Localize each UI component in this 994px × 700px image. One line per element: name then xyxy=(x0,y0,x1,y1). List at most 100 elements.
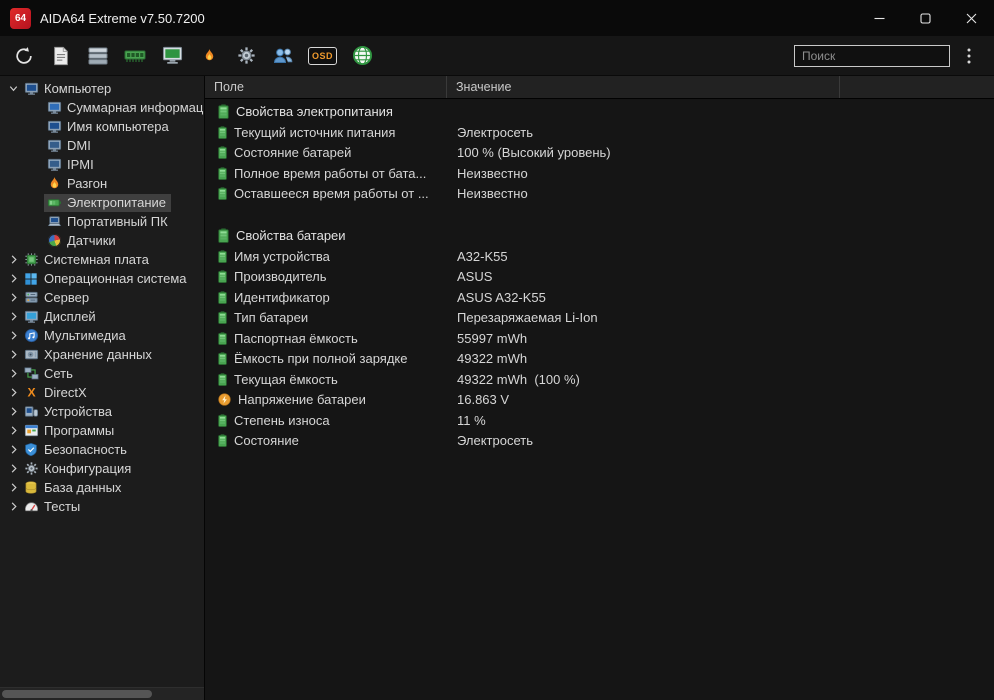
sidebar: Компьютер Суммарная информация Имя компьют… xyxy=(0,76,205,700)
table-row[interactable]: Текущая ёмкость 49322 mWh (100 %) xyxy=(205,369,994,390)
field-value: 11 % xyxy=(457,412,486,428)
overclock-button[interactable] xyxy=(197,44,221,68)
close-button[interactable] xyxy=(948,0,994,36)
sidebar-item-label: Хранение данных xyxy=(44,346,152,362)
battery-icon xyxy=(218,332,227,345)
settings-button[interactable] xyxy=(234,44,258,68)
sidebar-item-os[interactable]: Операционная система xyxy=(0,269,204,288)
sidebar-item-programs[interactable]: Программы xyxy=(0,421,204,440)
chevron-right-icon[interactable] xyxy=(5,442,21,458)
table-row[interactable]: Производитель ASUS xyxy=(205,267,994,288)
field-value: Электросеть xyxy=(457,124,534,140)
field-value: 49322 mWh (100 %) xyxy=(457,371,580,387)
sidebar-item-storage[interactable]: Хранение данных xyxy=(0,345,204,364)
sidebar-item-config[interactable]: Конфигурация xyxy=(0,459,204,478)
chevron-down-icon[interactable] xyxy=(5,81,21,97)
chevron-right-icon[interactable] xyxy=(5,271,21,287)
security-icon xyxy=(23,442,39,458)
database-icon xyxy=(23,480,39,496)
table-row[interactable]: Степень износа 11 % xyxy=(205,410,994,431)
sidebar-item-ipmi[interactable]: IPMI xyxy=(0,155,204,174)
chevron-right-icon[interactable] xyxy=(5,499,21,515)
section-header-row[interactable]: Свойства батареи xyxy=(205,225,994,246)
refresh-button[interactable] xyxy=(12,44,36,68)
window-title: AIDA64 Extreme v7.50.7200 xyxy=(40,10,205,26)
table-row[interactable]: Полное время работы от бата... Неизвестно xyxy=(205,163,994,184)
chevron-right-icon[interactable] xyxy=(5,328,21,344)
table-row[interactable]: Паспортная ёмкость 55997 mWh xyxy=(205,328,994,349)
chevron-right-icon[interactable] xyxy=(5,347,21,363)
sidebar-horizontal-scrollbar[interactable] xyxy=(0,687,204,700)
table-row[interactable]: Состояние батарей 100 % (Высокий уровень) xyxy=(205,143,994,164)
table-row[interactable]: Ёмкость при полной зарядке 49322 mWh xyxy=(205,349,994,370)
sidebar-item-label: Суммарная информация xyxy=(67,99,205,115)
video-button[interactable] xyxy=(160,44,184,68)
chevron-right-icon[interactable] xyxy=(5,404,21,420)
chevron-right-icon[interactable] xyxy=(5,252,21,268)
battery-icon xyxy=(218,291,227,304)
chevron-right-icon[interactable] xyxy=(5,423,21,439)
battery-section-icon xyxy=(218,104,229,119)
sidebar-item-dmi[interactable]: DMI xyxy=(0,136,204,155)
chevron-right-icon[interactable] xyxy=(5,366,21,382)
field-value: ASUS A32-K55 xyxy=(457,289,546,305)
battery-icon xyxy=(218,373,227,386)
table-row[interactable]: Оставшееся время работы от ... Неизвестно xyxy=(205,184,994,205)
sidebar-item-sensors[interactable]: Датчики xyxy=(0,231,204,250)
sidebar-item-multimedia[interactable]: Мультимедиа xyxy=(0,326,204,345)
web-button[interactable] xyxy=(350,44,374,68)
chevron-right-icon[interactable] xyxy=(5,290,21,306)
table-row[interactable]: Состояние Электросеть xyxy=(205,431,994,452)
sidebar-item-computer[interactable]: Компьютер xyxy=(0,79,204,98)
table-row[interactable]: Напряжение батареи 16.863 V xyxy=(205,390,994,411)
sidebar-item-computer-name[interactable]: Имя компьютера xyxy=(0,117,204,136)
sidebar-item-server[interactable]: Сервер xyxy=(0,288,204,307)
dmi-icon xyxy=(46,138,62,154)
minimize-button[interactable] xyxy=(856,0,902,36)
field-label: Оставшееся время работы от ... xyxy=(234,186,429,202)
column-header-value[interactable]: Значение xyxy=(447,76,840,98)
sidebar-item-summary-page[interactable]: Суммарная информация xyxy=(0,98,204,117)
sidebar-item-label: Безопасность xyxy=(44,441,127,457)
summary-button[interactable] xyxy=(86,44,110,68)
sidebar-item-overclock[interactable]: Разгон xyxy=(0,174,204,193)
table-row[interactable]: Текущий источник питания Электросеть xyxy=(205,122,994,143)
sidebar-item-database[interactable]: База данных xyxy=(0,478,204,497)
sidebar-item-directx[interactable]: X DirectX xyxy=(0,383,204,402)
battery-icon xyxy=(218,126,227,139)
field-value: 49322 mWh xyxy=(457,351,528,367)
sidebar-item-label: Электропитание xyxy=(67,194,166,210)
column-header-field[interactable]: Поле xyxy=(205,76,447,98)
users-button[interactable] xyxy=(271,44,295,68)
table-row[interactable]: Идентификатор ASUS A32-K55 xyxy=(205,287,994,308)
power-icon xyxy=(46,195,62,211)
table-row[interactable]: Имя устройства A32-K55 xyxy=(205,246,994,267)
field-label: Текущая ёмкость xyxy=(234,371,338,387)
battery-icon xyxy=(218,167,227,180)
table-row[interactable]: Тип батареи Перезаряжаемая Li-Ion xyxy=(205,308,994,329)
field-value: Электросеть xyxy=(457,433,534,449)
sidebar-item-motherboard[interactable]: Системная плата xyxy=(0,250,204,269)
chevron-right-icon[interactable] xyxy=(5,480,21,496)
chevron-right-icon[interactable] xyxy=(5,385,21,401)
search-input[interactable] xyxy=(794,44,950,67)
sidebar-item-devices[interactable]: Устройства xyxy=(0,402,204,421)
sidebar-item-label: Имя компьютера xyxy=(67,118,169,134)
section-header-row[interactable]: Свойства электропитания xyxy=(205,101,994,122)
memory-button[interactable] xyxy=(123,44,147,68)
field-label: Степень износа xyxy=(234,412,330,428)
chevron-right-icon[interactable] xyxy=(5,461,21,477)
maximize-button[interactable] xyxy=(902,0,948,36)
chevron-right-icon[interactable] xyxy=(5,309,21,325)
sidebar-item-benchmark[interactable]: Тесты xyxy=(0,497,204,516)
kebab-menu-icon[interactable] xyxy=(962,47,976,65)
report-button[interactable] xyxy=(49,44,73,68)
sidebar-item-security[interactable]: Безопасность xyxy=(0,440,204,459)
sidebar-item-display[interactable]: Дисплей xyxy=(0,307,204,326)
sidebar-item-laptop[interactable]: Портативный ПК xyxy=(0,212,204,231)
sidebar-item-power[interactable]: Электропитание xyxy=(0,193,204,212)
osd-button[interactable]: OSD xyxy=(308,46,338,65)
scrollbar-thumb[interactable] xyxy=(2,690,152,698)
sidebar-item-network[interactable]: Сеть xyxy=(0,364,204,383)
